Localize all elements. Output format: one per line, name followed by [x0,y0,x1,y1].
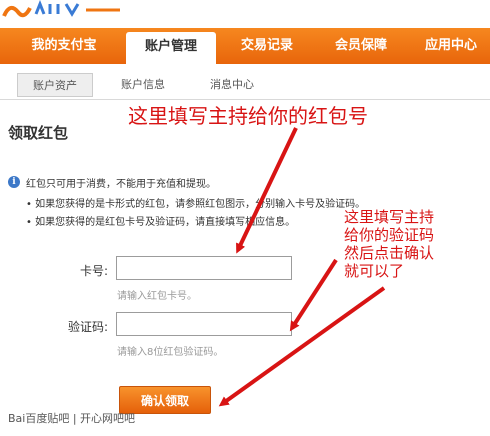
card-number-input[interactable] [116,256,292,280]
verification-code-hint: 请输入8位红包验证码。 [117,347,224,358]
card-number-hint: 请输入红包卡号。 [117,291,197,302]
subtab-account-info[interactable]: 账户信息 [105,73,181,97]
watermark: Bai百度贴吧 | 开心网吧吧 [8,412,136,425]
annotation-line-1: 这里填写主持 [344,208,435,226]
verification-code-input[interactable] [116,312,292,336]
annotation-card-number: 这里填写主持给你的红包号 [128,104,368,128]
sub-navigation: 账户资产 账户信息 消息中心 [0,64,490,100]
annotation-line-4: 就可以了 [344,262,405,280]
arrow-to-confirm-button [218,286,386,407]
page-title: 领取红包 [8,124,69,142]
tab-my-alipay[interactable]: 我的支付宝 [10,28,118,64]
info-icon: i [8,176,20,188]
tab-app-center[interactable]: 应用中心 [412,28,490,64]
tab-transaction-records[interactable]: 交易记录 [222,28,312,64]
main-navigation: 我的支付宝 账户管理 交易记录 会员保障 应用中心 [0,28,490,64]
arrow-to-card-input [236,127,298,254]
alipay-logo [2,0,120,18]
card-number-label: 卡号: [79,264,108,278]
annotation-line-3: 然后点击确认 [344,244,435,262]
tab-account-management[interactable]: 账户管理 [126,32,216,64]
annotation-line-2: 给你的验证码 [344,226,435,244]
verification-code-label: 验证码: [67,320,108,334]
tab-member-protection[interactable]: 会员保障 [316,28,406,64]
notice-bullet-code: • 如果您获得的是红包卡号及验证码，请直接填写相应信息。 [26,217,296,228]
subtab-message-center[interactable]: 消息中心 [194,73,270,97]
arrow-to-code-input [289,258,338,332]
notice-main: 红包只可用于消费，不能用于充值和提现。 [26,179,216,190]
subtab-account-assets[interactable]: 账户资产 [17,73,93,97]
notice-bullet-card: • 如果您获得的是卡形式的红包，请参照红包图示，分别输入卡号及验证码。 [26,199,366,210]
annotation-code-and-confirm: 这里填写主持 给你的验证码 然后点击确认 就可以了 [344,208,434,280]
